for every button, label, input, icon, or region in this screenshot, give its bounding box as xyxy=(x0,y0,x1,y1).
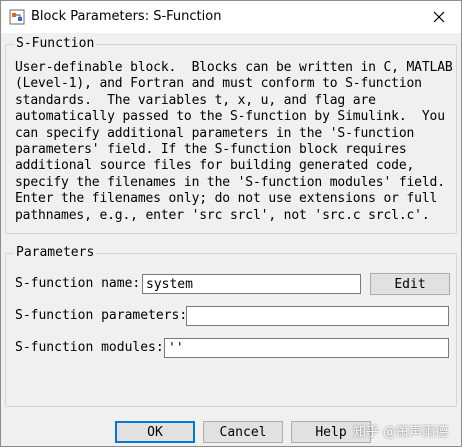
sfunction-name-label: S-function name: xyxy=(15,276,141,291)
parameters-group: Parameters S-function name: Edit S-funct… xyxy=(5,245,457,407)
edit-button[interactable]: Edit xyxy=(370,273,450,295)
parameters-legend: Parameters xyxy=(14,245,97,261)
window-title: Block Parameters: S-Function xyxy=(31,9,222,24)
simulink-app-icon xyxy=(9,9,25,25)
description-text: User-definable block. Blocks can be writ… xyxy=(15,60,453,223)
dialog-window: Block Parameters: S-Function S-Function … xyxy=(0,0,462,447)
title-bar: Block Parameters: S-Function xyxy=(1,1,461,33)
watermark-text: 知乎 @箫声雨德 xyxy=(353,425,449,440)
sfunction-name-input[interactable] xyxy=(142,274,361,294)
ok-button[interactable]: OK xyxy=(115,421,195,443)
sfunction-parameters-input[interactable] xyxy=(186,306,449,326)
sfunction-modules-label: S-function modules: xyxy=(15,340,164,355)
sfunction-modules-input[interactable] xyxy=(164,338,449,358)
sfunction-description-group: S-Function User-definable block. Blocks … xyxy=(5,36,457,234)
description-legend: S-Function xyxy=(14,36,97,52)
close-icon xyxy=(433,8,445,27)
cancel-button[interactable]: Cancel xyxy=(203,421,283,443)
sfunction-parameters-label: S-function parameters: xyxy=(15,308,188,323)
close-button[interactable] xyxy=(417,1,461,33)
